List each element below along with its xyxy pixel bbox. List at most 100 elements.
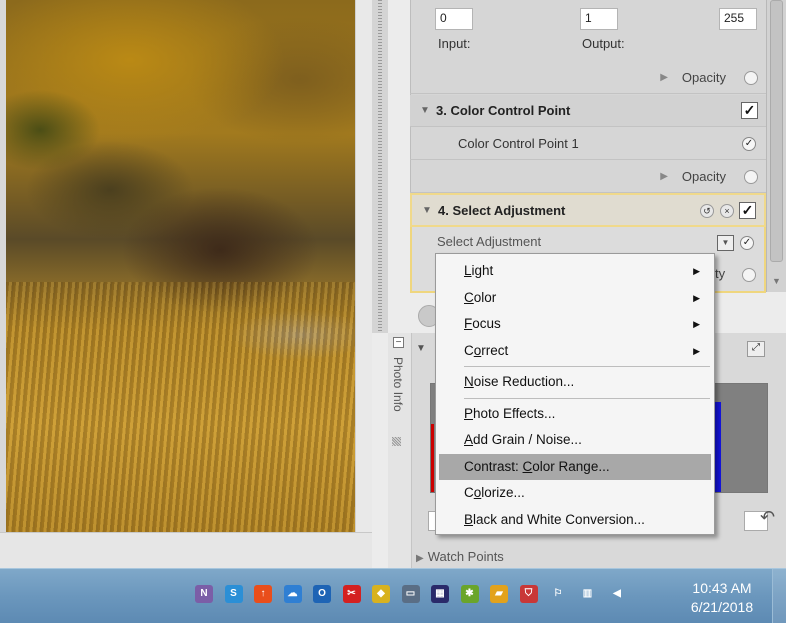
undo-icon[interactable]: ↶ <box>760 507 775 528</box>
menu-item-1[interactable]: Color ▶ <box>436 285 714 312</box>
enable-checkbox[interactable]: ✓ <box>739 202 756 219</box>
adjustment-check[interactable]: ✓ <box>740 236 754 250</box>
opacity-row-2[interactable]: ▶ Opacity <box>410 62 766 94</box>
section-title: 3. Color Control Point <box>436 103 571 118</box>
color-control-point-header[interactable]: ▼ 3. Color Control Point ✓ <box>410 95 766 127</box>
opacity-radio[interactable] <box>744 170 758 184</box>
calendar-icon[interactable]: ▦ <box>431 585 449 603</box>
enable-checkbox[interactable]: ✓ <box>741 102 758 119</box>
network-icon[interactable]: ▥ <box>579 585 597 603</box>
expand-triangle-icon: ▶ <box>416 553 424 564</box>
watch-points-header[interactable]: ▶ Watch Points <box>416 549 504 564</box>
section-title: 4. Select Adjustment <box>438 203 566 218</box>
max-level-field[interactable]: 255 <box>719 8 757 30</box>
output-label: Output: <box>582 36 625 51</box>
volume-icon[interactable]: ◀ <box>608 585 626 603</box>
cloud-icon[interactable]: ☁ <box>283 585 302 603</box>
menu-item-label: Black and White Conversion... <box>464 511 645 527</box>
skype-icon[interactable]: S <box>224 585 243 603</box>
show-desktop-button[interactable] <box>772 569 786 623</box>
canvas-left-edge <box>0 0 6 532</box>
expand-window-icon[interactable]: ⤢ <box>747 341 765 357</box>
snip-icon[interactable]: ✂ <box>342 585 361 603</box>
opacity-row-3[interactable]: ▶ Opacity <box>410 161 766 193</box>
photo-grass-region <box>0 282 355 532</box>
menu-item-label: Colorize... <box>464 485 525 500</box>
collapse-triangle-icon[interactable]: ▼ <box>422 205 432 216</box>
opacity-radio[interactable] <box>744 71 758 85</box>
output-level-field[interactable]: 1 <box>580 8 618 30</box>
panel-scrollbar[interactable]: ▼ <box>766 0 786 292</box>
menu-item-0[interactable]: Light ▶ <box>436 258 714 285</box>
puzzle-icon[interactable]: ✱ <box>460 585 479 603</box>
taskbar-clock[interactable]: 10:43 AM 6/21/2018 <box>683 579 761 617</box>
reset-icon[interactable]: ↺ <box>700 204 714 218</box>
menu-item-label: Color <box>464 289 497 305</box>
dropdown-value: Select Adjustment <box>437 234 542 249</box>
menu-item-7[interactable]: Contrast: Color Range... <box>439 453 711 480</box>
nx-icon[interactable]: N <box>195 585 213 603</box>
menu-item-5[interactable]: Photo Effects... <box>436 401 714 428</box>
watch-points-label: Watch Points <box>427 549 504 564</box>
outlook-icon[interactable]: O <box>313 585 331 603</box>
scrollbar-thumb[interactable] <box>770 0 783 262</box>
menu-item-label: Focus <box>464 316 501 331</box>
expand-triangle-icon[interactable]: ▶ <box>660 72 668 83</box>
histogram-red-channel <box>431 424 434 492</box>
collapse-triangle-icon[interactable]: ▼ <box>420 105 430 116</box>
submenu-arrow-icon: ▶ <box>693 345 700 356</box>
menu-item-label: Photo Effects... <box>464 405 556 421</box>
expand-triangle-icon[interactable]: ▶ <box>660 171 668 182</box>
photo-info-label[interactable]: Photo Info <box>391 357 405 412</box>
security-icon[interactable]: ⛉ <box>519 585 538 603</box>
menu-item-label: Light <box>464 263 494 278</box>
canvas-footer <box>0 532 372 568</box>
delete-icon[interactable]: × <box>720 204 734 218</box>
drive-icon[interactable]: ▭ <box>401 585 420 603</box>
canvas-vertical-scroll[interactable] <box>355 0 372 532</box>
menu-item-3[interactable]: Correct ▶ <box>436 338 714 365</box>
flag-icon[interactable]: ⚐ <box>549 585 567 603</box>
opacity-label: Opacity <box>681 169 726 184</box>
panel-splitter[interactable] <box>372 0 388 333</box>
menu-item-label: Correct <box>464 342 509 358</box>
menu-separator <box>464 366 710 367</box>
dropdown-arrow-icon[interactable]: ▼ <box>717 235 734 251</box>
menu-item-4[interactable]: Noise Reduction... <box>436 369 714 396</box>
submenu-arrow-icon: ▶ <box>693 266 700 276</box>
upload-icon[interactable]: ↑ <box>254 585 272 603</box>
collapse-icon[interactable]: − <box>393 337 404 348</box>
submenu-arrow-icon: ▶ <box>693 319 700 329</box>
menu-item-label: Noise Reduction... <box>464 374 575 389</box>
select-adjustment-dropdown[interactable]: Select Adjustment ▼ <box>437 234 737 254</box>
photo-info-strip: − Photo Info <box>388 333 412 568</box>
grip-icon <box>392 437 401 446</box>
photo-canvas[interactable] <box>0 0 355 532</box>
opacity-label: Opacity <box>681 70 726 85</box>
menu-item-2[interactable]: Focus ▶ <box>436 311 714 338</box>
menu-item-9[interactable]: Black and White Conversion... <box>436 507 714 534</box>
menu-item-6[interactable]: Add Grain / Noise... <box>436 427 714 454</box>
splitter-grip <box>378 0 382 333</box>
opacity-label-partial: ty <box>715 266 726 281</box>
select-adjustment-header[interactable]: ▼ 4. Select Adjustment ↺ × ✓ <box>410 193 766 227</box>
menu-item-label: Contrast: Color Range... <box>464 458 610 474</box>
submenu-arrow-icon: ▶ <box>693 292 700 303</box>
input-label: Input: <box>438 36 471 51</box>
windows-taskbar: N S ↑ ☁ O ✂ ◆ ▭ ▦ ✱ ▰ ⛉ ⚐ ▥ ◀ 10:43 AM 6/21/2018 <box>0 568 786 623</box>
control-point-label: Color Control Point 1 <box>458 136 579 151</box>
menu-item-8[interactable]: Colorize... <box>436 480 714 507</box>
control-point-check[interactable]: ✓ <box>742 137 756 151</box>
folder-icon[interactable]: ▰ <box>490 585 508 603</box>
adjustment-context-menu: Light ▶ Color ▶ Focus ▶ Correct ▶ Noise Reductio… <box>435 253 715 535</box>
shield-icon[interactable]: ◆ <box>372 585 390 603</box>
menu-separator <box>464 397 710 399</box>
input-level-field[interactable]: 0 <box>435 8 473 30</box>
color-control-point-item[interactable]: Color Control Point 1 ✓ <box>410 128 766 160</box>
clock-time: 10:43 AM <box>692 580 752 596</box>
collapse-triangle-icon[interactable]: ▼ <box>416 343 426 354</box>
opacity-radio[interactable] <box>742 268 756 282</box>
clock-date: 6/21/2018 <box>690 599 754 615</box>
menu-item-label: Add Grain / Noise... <box>464 432 582 447</box>
scroll-down-arrow[interactable]: ▼ <box>772 276 781 286</box>
